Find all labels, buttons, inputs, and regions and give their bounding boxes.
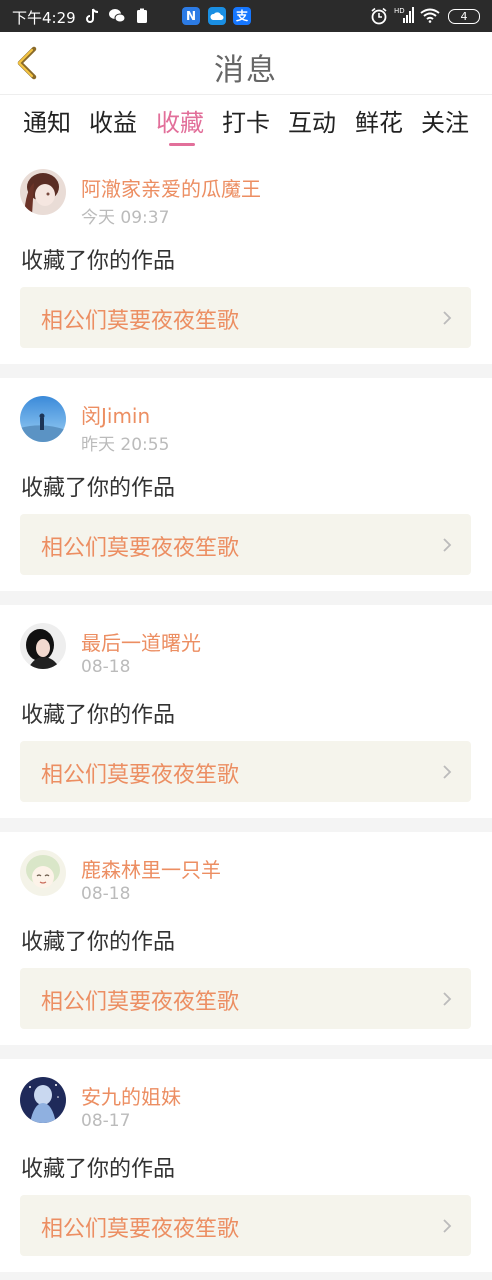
status-bar: 下午4:29 N 支 HD 4 xyxy=(0,0,492,32)
message-card: 最后一道曙光 08-18 收藏了你的作品 相公们莫要夜夜笙歌 xyxy=(0,605,492,818)
avatar[interactable] xyxy=(20,623,66,669)
chevron-right-icon xyxy=(443,311,452,325)
avatar[interactable] xyxy=(20,850,66,896)
battery-indicator: 4 xyxy=(448,9,480,24)
work-link[interactable]: 相公们莫要夜夜笙歌 xyxy=(20,287,471,348)
clipboard-icon xyxy=(136,8,148,28)
timestamp: 08-18 xyxy=(81,884,131,904)
signal-icon: HD xyxy=(394,6,414,28)
username[interactable]: 鹿森林里一只羊 xyxy=(81,854,221,883)
header-bar: 消息 xyxy=(0,32,492,95)
network-label: HD xyxy=(394,7,405,15)
action-text: 收藏了你的作品 xyxy=(21,476,176,501)
work-title: 相公们莫要夜夜笙歌 xyxy=(41,990,240,1015)
timestamp: 今天 09:37 xyxy=(81,208,170,228)
work-title: 相公们莫要夜夜笙歌 xyxy=(41,763,240,788)
work-title: 相公们莫要夜夜笙歌 xyxy=(41,309,240,334)
avatar[interactable] xyxy=(20,1077,66,1123)
username[interactable]: 闵Jimin xyxy=(81,400,150,429)
work-title: 相公们莫要夜夜笙歌 xyxy=(41,1217,240,1242)
tab-interactions[interactable]: 互动 xyxy=(284,103,340,138)
action-text: 收藏了你的作品 xyxy=(21,1157,176,1182)
work-link[interactable]: 相公们莫要夜夜笙歌 xyxy=(20,514,471,575)
avatar[interactable] xyxy=(20,396,66,442)
action-text: 收藏了你的作品 xyxy=(21,930,176,955)
divider xyxy=(0,1045,492,1059)
message-card: 鹿森林里一只羊 08-18 收藏了你的作品 相公们莫要夜夜笙歌 xyxy=(0,832,492,1045)
chevron-right-icon xyxy=(443,538,452,552)
cloud-app-icon xyxy=(208,7,226,25)
work-link[interactable]: 相公们莫要夜夜笙歌 xyxy=(20,1195,471,1256)
chevron-right-icon xyxy=(443,992,452,1006)
tab-favorites-label: 收藏 xyxy=(156,109,204,137)
tab-notifications[interactable]: 通知 xyxy=(19,103,75,138)
timestamp: 昨天 20:55 xyxy=(81,435,170,455)
divider xyxy=(0,364,492,378)
divider xyxy=(0,818,492,832)
action-text: 收藏了你的作品 xyxy=(21,703,176,728)
chevron-right-icon xyxy=(443,1219,452,1233)
work-link[interactable]: 相公们莫要夜夜笙歌 xyxy=(20,741,471,802)
app-n-icon: N xyxy=(182,7,200,25)
alarm-icon xyxy=(370,7,388,29)
divider xyxy=(0,1272,492,1280)
message-card: 阿澈家亲爱的瓜魔王 今天 09:37 收藏了你的作品 相公们莫要夜夜笙歌 xyxy=(0,151,492,364)
status-time: 下午4:29 xyxy=(12,9,76,27)
username[interactable]: 最后一道曙光 xyxy=(81,627,201,656)
tiktok-icon xyxy=(86,8,100,28)
tab-flowers[interactable]: 鲜花 xyxy=(351,103,407,138)
work-title: 相公们莫要夜夜笙歌 xyxy=(41,536,240,561)
tab-earnings[interactable]: 收益 xyxy=(85,103,141,138)
message-card: 安九的姐妹 08-17 收藏了你的作品 相公们莫要夜夜笙歌 xyxy=(0,1059,492,1272)
wechat-icon xyxy=(108,8,126,28)
username[interactable]: 安九的姐妹 xyxy=(81,1081,181,1110)
alipay-icon: 支 xyxy=(233,7,251,25)
action-text: 收藏了你的作品 xyxy=(21,249,176,274)
message-card: 闵Jimin 昨天 20:55 收藏了你的作品 相公们莫要夜夜笙歌 xyxy=(0,378,492,591)
wifi-icon xyxy=(420,8,440,27)
timestamp: 08-18 xyxy=(81,657,131,677)
tab-checkin[interactable]: 打卡 xyxy=(218,103,274,138)
active-tab-indicator xyxy=(169,143,195,146)
page-title: 消息 xyxy=(214,53,278,88)
chevron-right-icon xyxy=(443,765,452,779)
tab-bar: 通知 收益 收藏 打卡 互动 鲜花 关注 xyxy=(0,95,492,150)
tab-favorites[interactable]: 收藏 xyxy=(152,103,208,146)
tab-follows[interactable]: 关注 xyxy=(417,103,473,138)
divider xyxy=(0,591,492,605)
work-link[interactable]: 相公们莫要夜夜笙歌 xyxy=(20,968,471,1029)
timestamp: 08-17 xyxy=(81,1111,131,1131)
username[interactable]: 阿澈家亲爱的瓜魔王 xyxy=(81,173,261,202)
avatar[interactable] xyxy=(20,169,66,215)
